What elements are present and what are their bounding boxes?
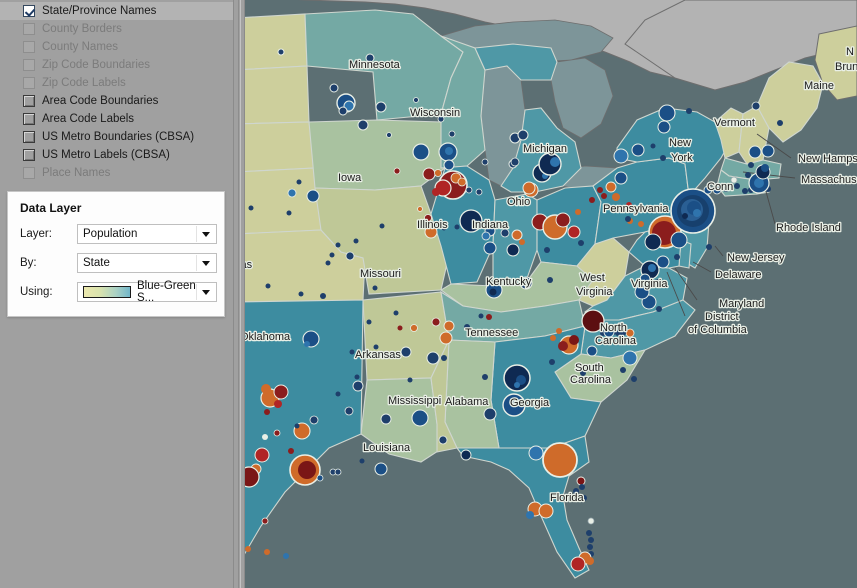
layer-zip-code-labels-checkbox [23, 77, 35, 89]
layer-county-names-checkbox [23, 41, 35, 53]
data-layer-panel: Data Layer Layer: Population By: State U… [7, 191, 225, 317]
state-nebraska [245, 121, 316, 173]
layer-area-code-boundaries[interactable]: Area Code Boundaries [0, 92, 233, 110]
layer-place-names[interactable]: Place Names [0, 164, 233, 182]
data-layer-row-using: Using: Blue-Green S... [20, 280, 224, 304]
map-svg: MinnesotaWisconsinMichiganIowaIllinois In… [245, 0, 857, 588]
map-canvas[interactable]: Minnesota Wisconsin Michigan Iowa Illinois In… [245, 0, 857, 588]
layer-place-names-checkbox [23, 167, 35, 179]
left-options-panel: State/Province Names County Borders County… [0, 0, 233, 588]
layer-area-code-labels[interactable]: Area Code Labels [0, 110, 233, 128]
by-select-divider [196, 255, 197, 271]
layer-zip-code-labels[interactable]: Zip Code Labels [0, 74, 233, 92]
color-palette-swatch [83, 286, 131, 298]
data-layer-title: Data Layer [20, 201, 82, 215]
layer-area-code-labels-label: Area Code Labels [42, 113, 135, 125]
layer-zip-code-boundaries-checkbox [23, 59, 35, 71]
layer-us-metro-labels[interactable]: US Metro Labels (CBSA) [0, 146, 233, 164]
chevron-down-icon [202, 232, 210, 237]
layer-zip-code-labels-label: Zip Code Labels [42, 77, 126, 89]
layer-select-value: Population [83, 228, 138, 240]
state-north-dakota [245, 13, 308, 70]
panel-splitter[interactable] [233, 0, 245, 588]
by-select-value: State [83, 257, 110, 269]
layer-area-code-boundaries-label: Area Code Boundaries [42, 95, 159, 107]
splitter-grip [238, 0, 241, 588]
layer-select[interactable]: Population [77, 224, 217, 244]
layer-us-metro-boundaries-label: US Metro Boundaries (CBSA) [42, 131, 195, 143]
layer-state-province-names-checkbox[interactable] [23, 5, 35, 17]
using-select-divider [196, 284, 197, 300]
state-alabama [444, 339, 500, 449]
by-field-label: By: [20, 257, 37, 269]
layer-state-province-names[interactable]: State/Province Names [0, 2, 233, 20]
state-south-dakota [245, 65, 310, 125]
layer-county-names-label: County Names [42, 41, 119, 53]
using-select[interactable]: Blue-Green S... [77, 280, 217, 304]
layer-area-code-boundaries-checkbox[interactable] [23, 95, 35, 107]
layer-us-metro-labels-label: US Metro Labels (CBSA) [42, 149, 170, 161]
map-window: State/Province Names County Borders County… [0, 0, 857, 588]
layer-us-metro-labels-checkbox[interactable] [23, 149, 35, 161]
layer-area-code-labels-checkbox[interactable] [23, 113, 35, 125]
map-layers-list: State/Province Names County Borders County… [0, 0, 233, 182]
layer-county-borders[interactable]: County Borders [0, 20, 233, 38]
layer-county-borders-label: County Borders [42, 23, 122, 35]
layer-us-metro-boundaries-checkbox[interactable] [23, 131, 35, 143]
layer-select-divider [196, 226, 197, 242]
layer-us-metro-boundaries[interactable]: US Metro Boundaries (CBSA) [0, 128, 233, 146]
using-field-label: Using: [20, 286, 53, 298]
layer-county-names[interactable]: County Names [0, 38, 233, 56]
layer-place-names-label: Place Names [42, 167, 111, 179]
layer-zip-code-boundaries[interactable]: Zip Code Boundaries [0, 56, 233, 74]
data-layer-row-by: By: State [20, 253, 224, 273]
chevron-down-icon [202, 290, 210, 295]
layer-state-province-names-label: State/Province Names [42, 5, 157, 17]
layer-county-borders-checkbox [23, 23, 35, 35]
by-select[interactable]: State [77, 253, 217, 273]
layer-field-label: Layer: [20, 228, 52, 240]
layer-zip-code-boundaries-label: Zip Code Boundaries [42, 59, 151, 71]
data-layer-row-layer: Layer: Population [20, 224, 224, 244]
chevron-down-icon [202, 261, 210, 266]
